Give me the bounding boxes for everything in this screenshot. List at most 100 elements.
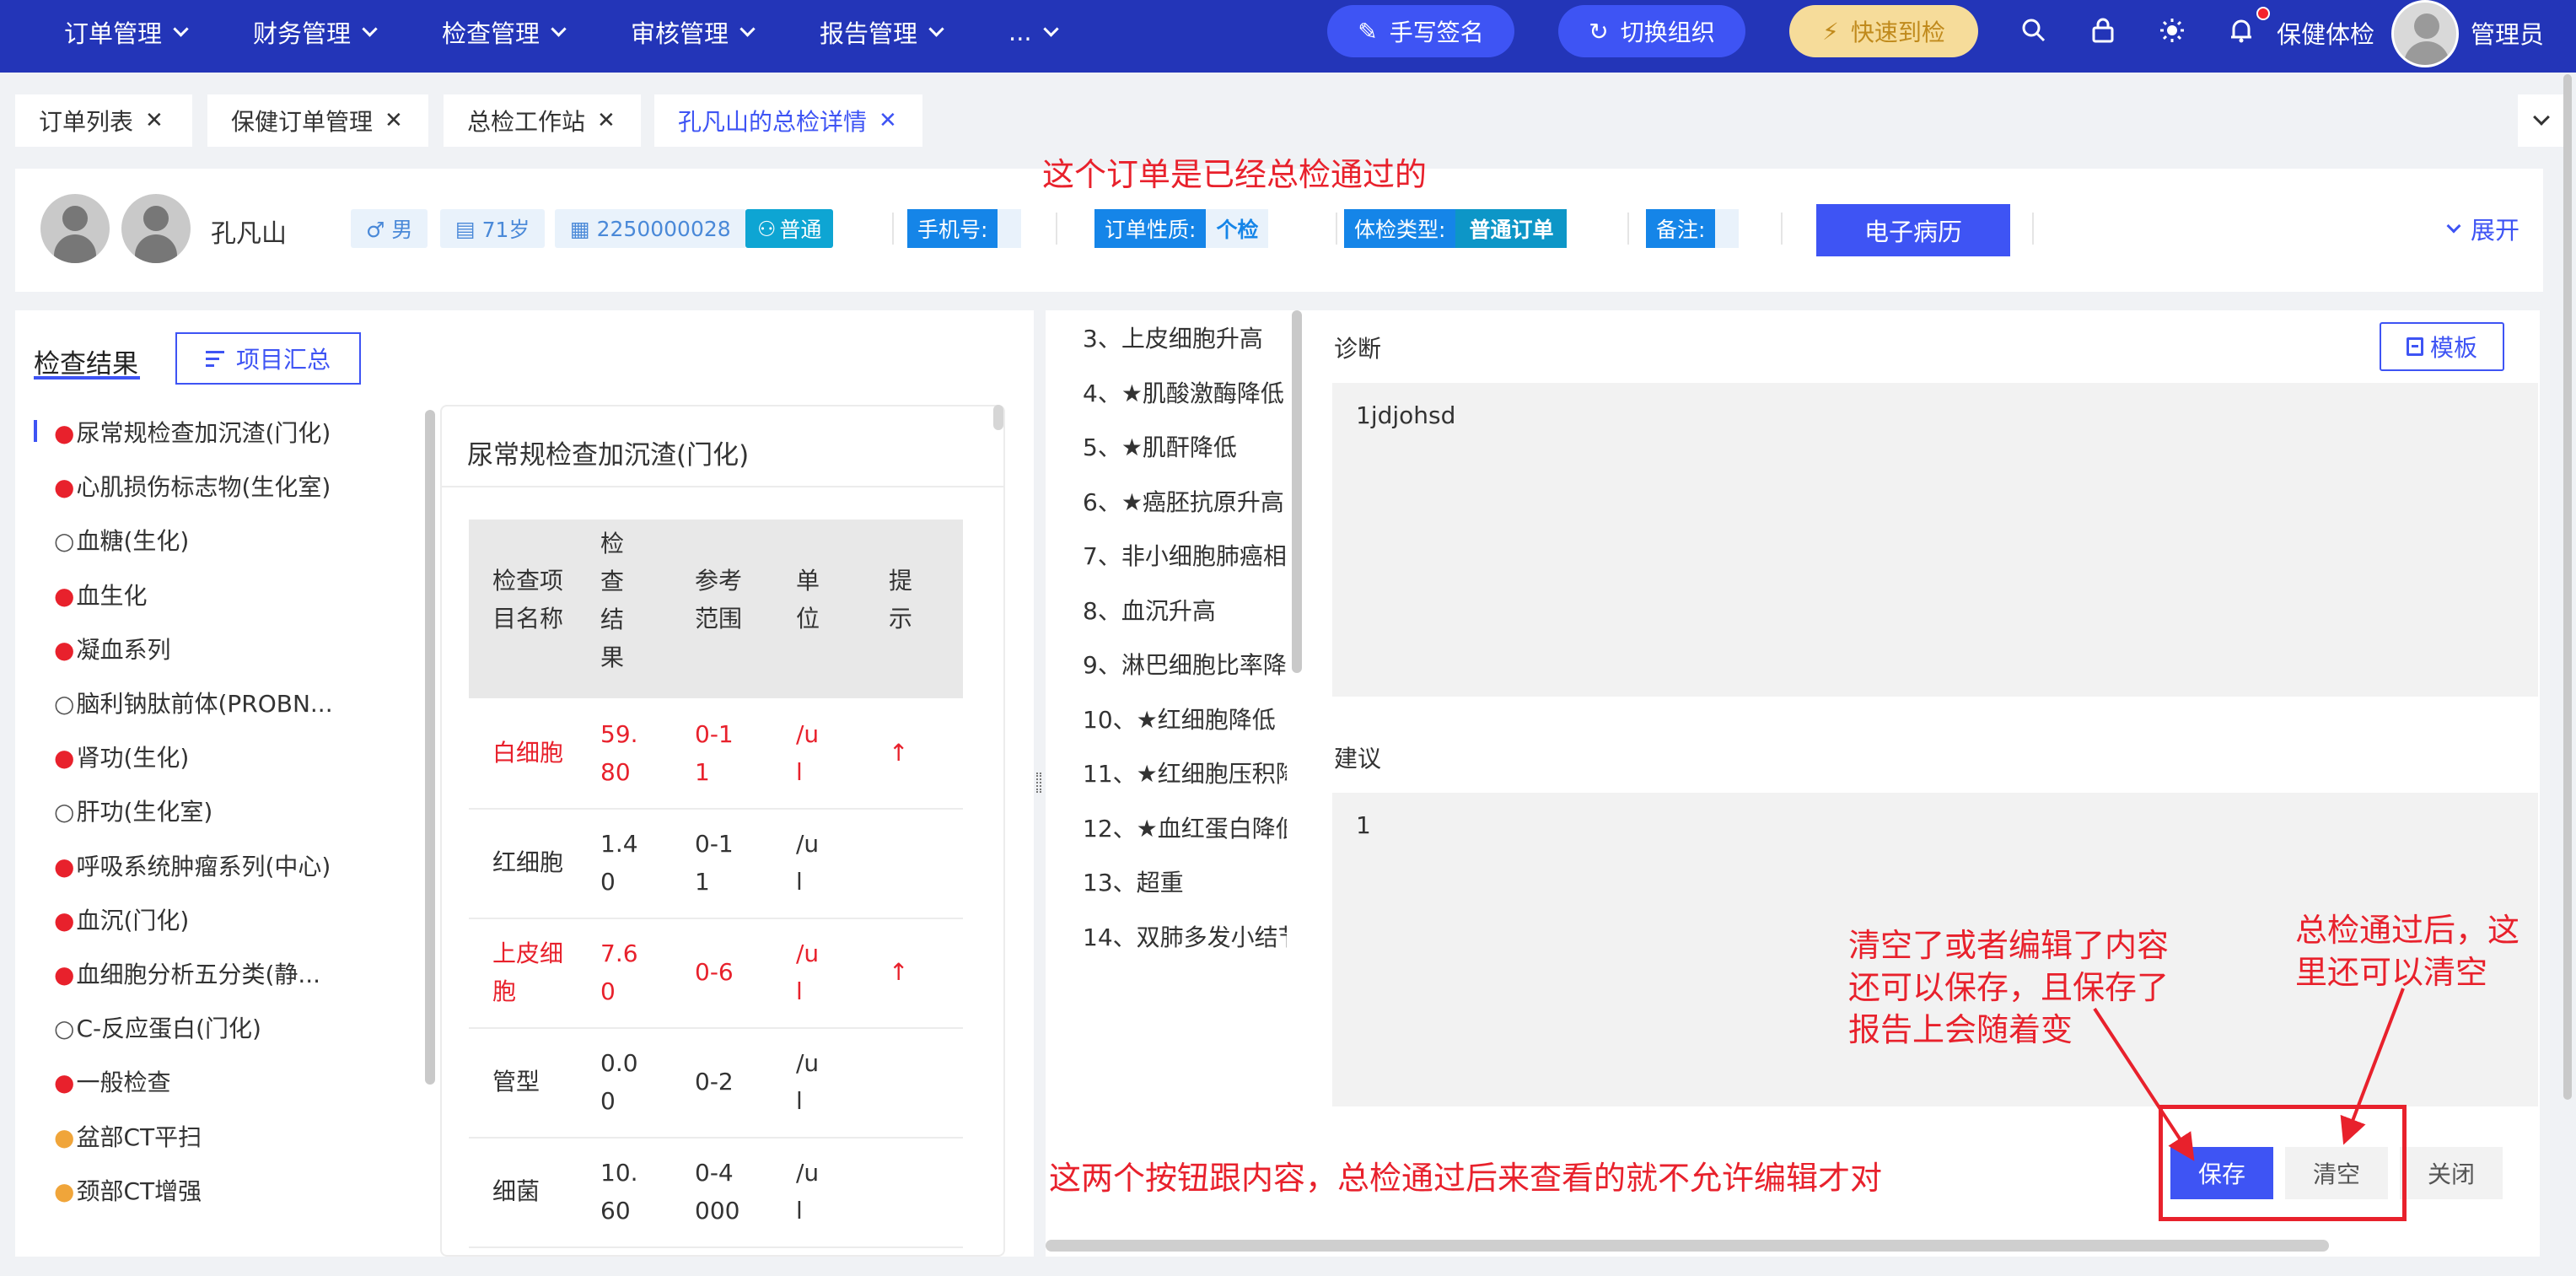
category-item[interactable]: ●盆部CT平扫	[54, 1119, 202, 1153]
annotation-line: 里还可以清空	[2295, 954, 2488, 991]
bell-icon[interactable]	[2226, 15, 2256, 46]
finding-item[interactable]: 12、★血红蛋白降低	[1083, 810, 1287, 844]
category-item[interactable]: ○血糖(生化)	[54, 523, 189, 557]
category-item[interactable]: ●尿常规检查加沉渣(门化)	[54, 415, 331, 449]
cell-text: 1	[695, 758, 710, 786]
category-item[interactable]: ●凝血系列	[54, 632, 170, 665]
cell-text: 59.	[600, 720, 638, 748]
category-item[interactable]: ●一般检查	[54, 1064, 170, 1098]
scrollbar[interactable]	[1292, 310, 1302, 673]
search-icon[interactable]	[2019, 15, 2049, 46]
nav-label: 报告管理	[820, 19, 918, 48]
finding-item[interactable]: 7、非小细胞肺癌相	[1083, 538, 1287, 572]
exam-results-title[interactable]: 检查结果	[34, 342, 138, 380]
order-nature-value: 个检	[1206, 209, 1269, 248]
patient-id-badge: ▦ 2250000028	[555, 209, 746, 248]
expand-button[interactable]: 展开	[2446, 211, 2520, 246]
cell-text: 0	[600, 1087, 616, 1115]
finding-item[interactable]: 13、超重	[1083, 864, 1184, 898]
close-button[interactable]: 关闭	[2400, 1147, 2503, 1199]
divider	[469, 1246, 963, 1248]
nav-order-management[interactable]: 订单管理	[64, 0, 189, 64]
finding-item[interactable]: 10、★红细胞降低	[1083, 702, 1276, 735]
emr-button[interactable]: 电子病历	[1816, 204, 2010, 256]
category-label: 血生化	[76, 581, 148, 610]
finding-item[interactable]: 9、淋巴细胞比率降	[1083, 647, 1287, 681]
header-text: 范围	[695, 605, 743, 633]
table-header-cell: 检查结果	[600, 525, 624, 676]
quick-checkin-button[interactable]: ⚡ 快速到检	[1789, 5, 1978, 57]
page-scrollbar[interactable]	[2563, 74, 2572, 1100]
sun-icon[interactable]	[2157, 15, 2187, 46]
status-dot-icon: ○	[54, 690, 75, 718]
exam-type-field: 体检类型: 普通订单	[1344, 209, 1568, 248]
tab-label: 订单列表	[39, 108, 134, 136]
finding-item[interactable]: 14、双肺多发小结节	[1083, 919, 1287, 953]
close-icon[interactable]: ✕	[879, 108, 897, 133]
finding-item[interactable]: 8、血沉升高	[1083, 593, 1216, 627]
nav-audit-management[interactable]: 审核管理	[631, 0, 756, 64]
exam-results-panel: 检查结果 项目汇总 ●尿常规检查加沉渣(门化) ●心肌损伤标志物(生化室) ○血糖(…	[15, 310, 1034, 1257]
table-cell-range: 0-4 000	[695, 1154, 739, 1230]
diagnosis-textarea[interactable]: 1jdjohsd	[1332, 383, 2538, 697]
nav-finance-management[interactable]: 财务管理	[253, 0, 378, 64]
category-item[interactable]: ●血沉(门化)	[54, 902, 189, 936]
horizontal-scrollbar[interactable]	[1046, 1240, 2329, 1252]
template-button[interactable]: 模板	[2380, 322, 2504, 371]
cell-text: /u	[796, 1049, 820, 1077]
finding-item[interactable]: 6、★癌胚抗原升高	[1083, 484, 1284, 518]
cell-text: 80	[600, 758, 631, 786]
category-item[interactable]: ○C-反应蛋白(门化)	[54, 1010, 261, 1044]
tab-general-check-detail[interactable]: 孔凡山的总检详情 ✕	[654, 94, 922, 147]
lock-icon[interactable]	[2088, 15, 2118, 46]
category-item[interactable]: ●颈部CT增强	[54, 1173, 202, 1207]
quick-checkin-label: 快速到检	[1850, 19, 1945, 46]
annotation-right: 总检通过后，这 里还可以清空	[2295, 909, 2520, 993]
category-item[interactable]: ○脑利钠肽前体(PROBN...	[54, 686, 333, 719]
switch-org-button[interactable]: ↻ 切换组织	[1558, 5, 1745, 57]
cell-text: l	[796, 1197, 803, 1225]
template-label: 模板	[2429, 334, 2477, 362]
close-icon[interactable]: ✕	[385, 108, 403, 133]
category-item[interactable]: ●血细胞分析五分类(静...	[54, 956, 320, 990]
scrollbar[interactable]	[993, 405, 1003, 430]
category-item[interactable]: ●呼吸系统肿瘤系列(中心)	[54, 848, 331, 882]
diagnosis-label: 诊断	[1334, 335, 1382, 363]
tab-general-check-station[interactable]: 总检工作站 ✕	[444, 94, 641, 147]
handwritten-sign-button[interactable]: ✎ 手写签名	[1327, 5, 1514, 57]
close-icon[interactable]: ✕	[597, 108, 616, 133]
category-item[interactable]: ●肾功(生化)	[54, 740, 189, 773]
status-dot-icon: ○	[54, 798, 75, 826]
nav-more[interactable]: ...	[1008, 0, 1059, 64]
scrollbar[interactable]	[425, 410, 435, 1085]
finding-item[interactable]: 11、★红细胞压积降	[1083, 756, 1287, 789]
cell-text: l	[796, 868, 803, 896]
chevron-down-icon	[739, 20, 756, 37]
nav-report-management[interactable]: 报告管理	[820, 0, 944, 64]
avatar[interactable]	[2391, 0, 2459, 67]
status-dot-icon: ●	[54, 419, 75, 447]
chevron-down-icon	[173, 20, 189, 37]
item-summary-button[interactable]: 项目汇总	[175, 332, 361, 385]
finding-item[interactable]: 4、★肌酸激酶降低	[1083, 375, 1284, 409]
tab-order-list[interactable]: 订单列表 ✕	[15, 94, 192, 147]
tab-health-order-management[interactable]: 保健订单管理 ✕	[207, 94, 428, 147]
nav-exam-management[interactable]: 检查管理	[442, 0, 567, 64]
category-item[interactable]: ●血生化	[54, 578, 147, 611]
close-icon[interactable]: ✕	[145, 108, 164, 133]
table-cell-name: 白细胞	[492, 734, 563, 772]
divider	[469, 808, 963, 810]
panel-splitter[interactable]	[1034, 310, 1046, 1257]
category-label: 凝血系列	[76, 635, 171, 664]
category-item[interactable]: ●心肌损伤标志物(生化室)	[54, 469, 331, 503]
cell-text: 管型	[492, 1068, 540, 1096]
category-item[interactable]: ○肝功(生化室)	[54, 794, 212, 827]
user-name[interactable]: 管理员	[2471, 15, 2544, 51]
drag-handle-icon[interactable]	[1036, 773, 1041, 793]
tabs-more-button[interactable]	[2518, 94, 2564, 147]
finding-item[interactable]: 5、★肌酐降低	[1083, 429, 1237, 463]
chevron-down-icon	[2446, 218, 2461, 234]
finding-item[interactable]: 3、上皮细胞升高	[1083, 320, 1263, 354]
table-cell-range: 0-6	[695, 953, 734, 991]
status-dot-icon: ●	[54, 906, 75, 934]
